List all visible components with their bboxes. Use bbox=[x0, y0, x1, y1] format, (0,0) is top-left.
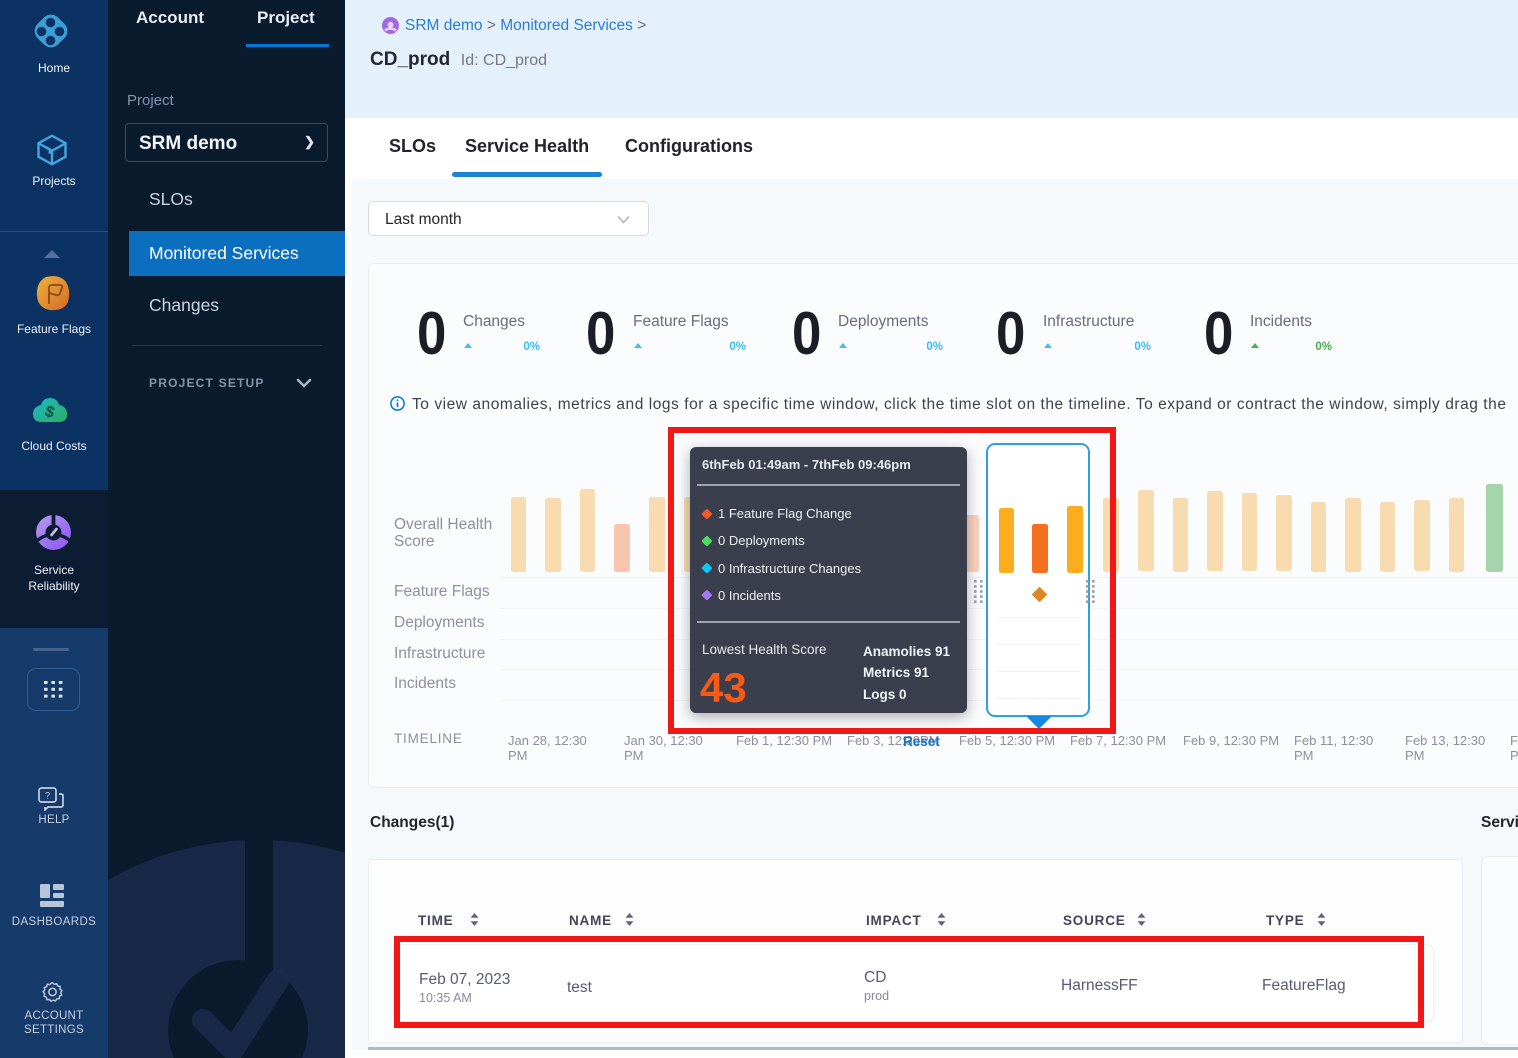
svg-text:?: ? bbox=[45, 791, 50, 801]
